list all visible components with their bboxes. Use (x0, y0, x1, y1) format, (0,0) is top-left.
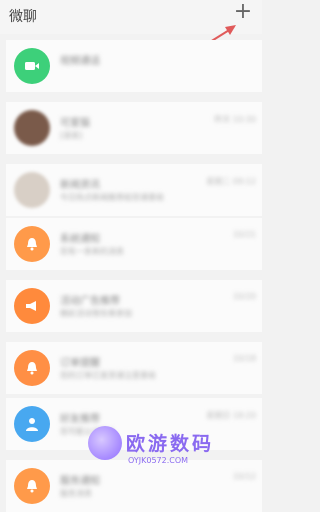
watermark-url: OYJK0572.COM (128, 456, 189, 465)
page-title: 微聊 (9, 9, 37, 25)
avatar (14, 110, 50, 146)
chat-name: 可爱猫 (60, 118, 90, 129)
brand-logo (88, 426, 122, 460)
chat-preview: 您有一条新的消息 (60, 247, 124, 256)
chat-name: 活动广告推荐 (60, 296, 120, 307)
bell-icon (14, 226, 50, 262)
bell-icon (14, 468, 50, 504)
chat-list-item[interactable]: 订单提醒您的订单已发货请注意查收 10/18 (6, 342, 262, 394)
chat-time: 星期日 18:20 (206, 411, 256, 420)
chat-name: 服务通知 (60, 476, 100, 487)
bell-icon (14, 350, 50, 386)
video-icon (14, 48, 50, 84)
chat-list-item[interactable]: 活动广告推荐精彩活动等你来参加 10/20 (6, 280, 262, 332)
chat-preview: 服务消息 (60, 489, 92, 498)
chat-time: 星期二 09:12 (206, 177, 256, 186)
chat-list-item[interactable]: 系统通知您有一条新的消息 10/21 (6, 218, 262, 270)
chat-name: 系统通知 (60, 234, 100, 245)
chat-list-item[interactable]: 视频通话 (6, 40, 262, 92)
chat-name: 视频通话 (60, 56, 100, 67)
chat-preview: [语音] (60, 131, 83, 140)
chat-preview: 精彩活动等你来参加 (60, 309, 132, 318)
megaphone-icon (14, 288, 50, 324)
chat-name: 好友推荐 (60, 414, 100, 425)
add-button[interactable]: + (232, 0, 254, 24)
chat-time: 10/21 (232, 230, 256, 239)
chat-preview: 您的订单已发货请注意查收 (60, 371, 156, 380)
top-bar: 微聊 + (0, 0, 262, 34)
user-icon (14, 406, 50, 442)
chat-time: 10/20 (232, 292, 256, 301)
watermark: 欧游数码 OYJK0572.COM (88, 426, 258, 474)
chat-list-item[interactable]: 可爱猫 [语音] 昨天 10:30 (6, 102, 262, 154)
avatar (14, 172, 50, 208)
chat-list-item[interactable]: 新闻资讯今日热点新闻推荐给您请查收 星期二 09:12 (6, 164, 262, 216)
chat-preview: 今日热点新闻推荐给您请查收 (60, 193, 164, 202)
chat-name: 新闻资讯 (60, 180, 100, 191)
chat-time: 昨天 10:30 (214, 115, 256, 124)
chat-time: 10/18 (232, 354, 256, 363)
chat-name: 订单提醒 (60, 358, 100, 369)
watermark-text: 欧游数码 (126, 433, 215, 455)
